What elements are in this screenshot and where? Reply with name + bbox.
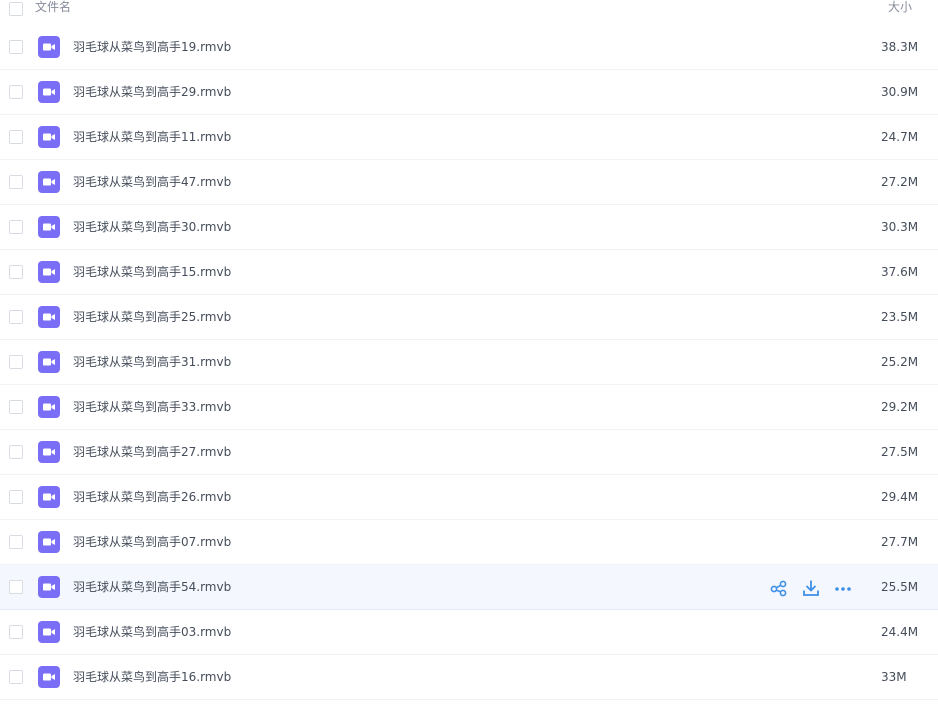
file-name[interactable]: 羽毛球从菜鸟到高手11.rmvb: [73, 129, 231, 145]
row-checkbox[interactable]: [9, 355, 23, 369]
file-list: 羽毛球从菜鸟到高手19.rmvb 38.3M 羽毛球从菜鸟到高手29.rmvb …: [0, 25, 938, 700]
file-name[interactable]: 羽毛球从菜鸟到高手07.rmvb: [73, 534, 231, 550]
row-checkbox[interactable]: [9, 310, 23, 324]
file-row[interactable]: 羽毛球从菜鸟到高手47.rmvb 27.2M: [0, 160, 938, 205]
row-checkbox[interactable]: [9, 40, 23, 54]
file-row[interactable]: 羽毛球从菜鸟到高手25.rmvb 23.5M: [0, 295, 938, 340]
file-size: 27.7M: [881, 535, 919, 549]
file-row[interactable]: 羽毛球从菜鸟到高手03.rmvb 24.4M: [0, 610, 938, 655]
row-checkbox[interactable]: [9, 535, 23, 549]
row-checkbox[interactable]: [9, 490, 23, 504]
file-name[interactable]: 羽毛球从菜鸟到高手47.rmvb: [73, 174, 231, 190]
file-size: 37.6M: [881, 265, 919, 279]
file-row[interactable]: 羽毛球从菜鸟到高手54.rmvb 25.5M: [0, 565, 938, 610]
video-file-icon: [38, 441, 60, 463]
file-row[interactable]: 羽毛球从菜鸟到高手15.rmvb 37.6M: [0, 250, 938, 295]
file-name[interactable]: 羽毛球从菜鸟到高手16.rmvb: [73, 669, 231, 685]
row-checkbox[interactable]: [9, 130, 23, 144]
file-size: 29.2M: [881, 400, 919, 414]
file-size: 27.2M: [881, 175, 919, 189]
file-size: 29.4M: [881, 490, 919, 504]
file-row[interactable]: 羽毛球从菜鸟到高手19.rmvb 38.3M: [0, 25, 938, 70]
file-row[interactable]: 羽毛球从菜鸟到高手16.rmvb 33M: [0, 655, 938, 700]
video-file-icon: [38, 36, 60, 58]
file-list-header: 文件名 大小: [0, 0, 938, 26]
video-file-icon: [38, 126, 60, 148]
file-name[interactable]: 羽毛球从菜鸟到高手33.rmvb: [73, 399, 231, 415]
file-size: 27.5M: [881, 445, 919, 459]
column-header-size[interactable]: 大小: [888, 0, 912, 14]
video-file-icon: [38, 576, 60, 598]
video-file-icon: [38, 531, 60, 553]
file-row[interactable]: 羽毛球从菜鸟到高手33.rmvb 29.2M: [0, 385, 938, 430]
select-all-checkbox[interactable]: [9, 2, 23, 16]
file-size: 24.7M: [881, 130, 919, 144]
row-checkbox[interactable]: [9, 220, 23, 234]
file-size: 24.4M: [881, 625, 919, 639]
download-icon[interactable]: [802, 579, 820, 597]
row-checkbox[interactable]: [9, 625, 23, 639]
more-icon[interactable]: [834, 579, 852, 597]
file-size: 30.3M: [881, 220, 919, 234]
row-checkbox[interactable]: [9, 670, 23, 684]
video-file-icon: [38, 621, 60, 643]
file-name[interactable]: 羽毛球从菜鸟到高手25.rmvb: [73, 309, 231, 325]
row-checkbox[interactable]: [9, 265, 23, 279]
file-row[interactable]: 羽毛球从菜鸟到高手29.rmvb 30.9M: [0, 70, 938, 115]
row-checkbox[interactable]: [9, 580, 23, 594]
column-header-filename[interactable]: 文件名: [35, 0, 71, 14]
file-row[interactable]: 羽毛球从菜鸟到高手26.rmvb 29.4M: [0, 475, 938, 520]
file-name[interactable]: 羽毛球从菜鸟到高手31.rmvb: [73, 354, 231, 370]
file-row[interactable]: 羽毛球从菜鸟到高手11.rmvb 24.7M: [0, 115, 938, 160]
file-row[interactable]: 羽毛球从菜鸟到高手30.rmvb 30.3M: [0, 205, 938, 250]
file-size: 25.2M: [881, 355, 919, 369]
video-file-icon: [38, 171, 60, 193]
file-name[interactable]: 羽毛球从菜鸟到高手29.rmvb: [73, 84, 231, 100]
video-file-icon: [38, 486, 60, 508]
video-file-icon: [38, 306, 60, 328]
file-name[interactable]: 羽毛球从菜鸟到高手54.rmvb: [73, 579, 231, 595]
file-name[interactable]: 羽毛球从菜鸟到高手30.rmvb: [73, 219, 231, 235]
video-file-icon: [38, 261, 60, 283]
row-checkbox[interactable]: [9, 445, 23, 459]
file-row[interactable]: 羽毛球从菜鸟到高手27.rmvb 27.5M: [0, 430, 938, 475]
video-file-icon: [38, 81, 60, 103]
video-file-icon: [38, 396, 60, 418]
file-name[interactable]: 羽毛球从菜鸟到高手27.rmvb: [73, 444, 231, 460]
file-size: 23.5M: [881, 310, 919, 324]
video-file-icon: [38, 216, 60, 238]
row-checkbox[interactable]: [9, 175, 23, 189]
file-size: 38.3M: [881, 40, 919, 54]
row-checkbox[interactable]: [9, 85, 23, 99]
file-row[interactable]: 羽毛球从菜鸟到高手31.rmvb 25.2M: [0, 340, 938, 385]
file-name[interactable]: 羽毛球从菜鸟到高手15.rmvb: [73, 264, 231, 280]
file-size: 25.5M: [881, 580, 919, 594]
file-name[interactable]: 羽毛球从菜鸟到高手19.rmvb: [73, 39, 231, 55]
video-file-icon: [38, 351, 60, 373]
file-size: 30.9M: [881, 85, 919, 99]
file-row[interactable]: 羽毛球从菜鸟到高手07.rmvb 27.7M: [0, 520, 938, 565]
file-name[interactable]: 羽毛球从菜鸟到高手26.rmvb: [73, 489, 231, 505]
file-size: 33M: [881, 670, 907, 684]
video-file-icon: [38, 666, 60, 688]
row-checkbox[interactable]: [9, 400, 23, 414]
share-icon[interactable]: [770, 579, 788, 597]
file-name[interactable]: 羽毛球从菜鸟到高手03.rmvb: [73, 624, 231, 640]
